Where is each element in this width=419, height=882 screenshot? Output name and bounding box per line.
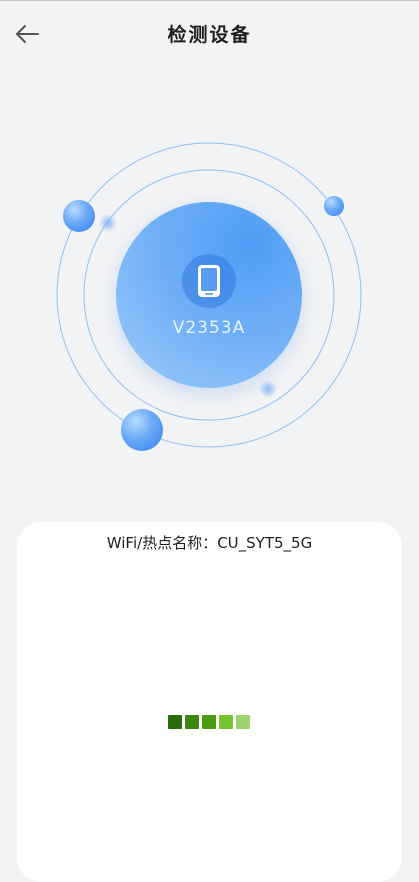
page-title: 检测设备 [167, 24, 252, 46]
app-header: 检测设备 [0, 0, 419, 70]
orbit-ball-large [63, 200, 95, 232]
loading-indicator [168, 715, 250, 729]
device-circle: V2353A [116, 202, 302, 388]
loader-block [236, 715, 250, 729]
phone-icon [198, 265, 220, 297]
wifi-hotspot-name: WiFi/热点名称：CU_SYT5_5G [106, 534, 313, 552]
orbit-glow-dot [99, 214, 117, 232]
loader-block [185, 715, 199, 729]
device-orbit-animation: V2353A [0, 120, 419, 480]
orbit-ball-small [324, 196, 344, 216]
orbit-ball-bottom [121, 409, 163, 451]
loader-block [202, 715, 216, 729]
loader-block [168, 715, 182, 729]
phone-badge [182, 254, 236, 308]
orbit-glow-dot [259, 380, 277, 398]
device-name: V2353A [172, 318, 246, 338]
detection-card: WiFi/热点名称：CU_SYT5_5G [17, 522, 402, 882]
loader-block [219, 715, 233, 729]
